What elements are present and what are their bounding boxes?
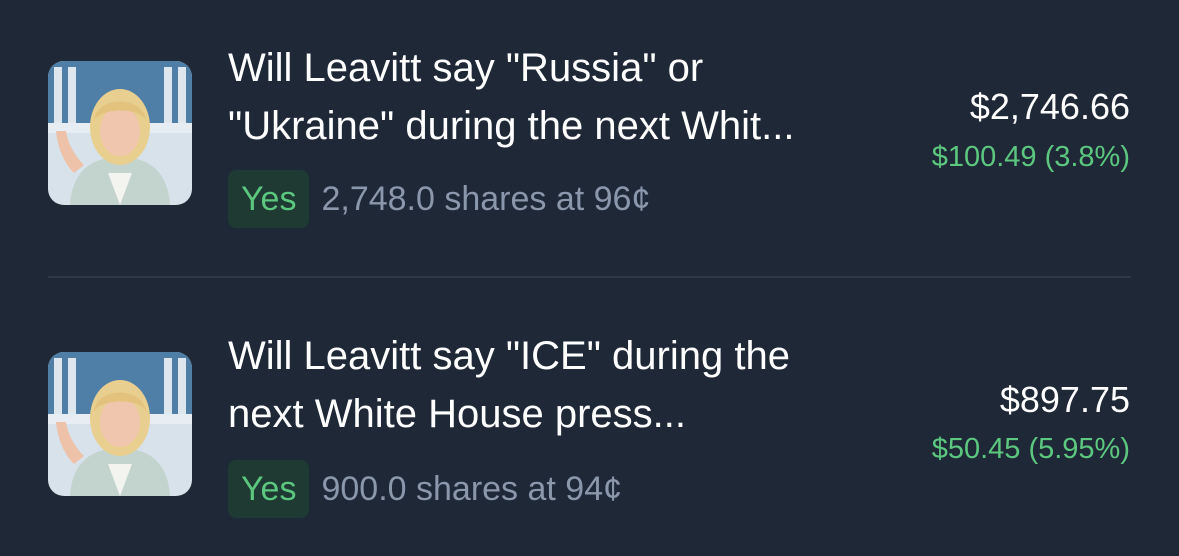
outcome-badge: Yes	[228, 170, 310, 228]
market-title-line: Will Leavitt say "ICE" during the	[228, 334, 790, 378]
market-title-line: next White House press...	[228, 392, 686, 436]
position-value: $897.75	[999, 379, 1130, 420]
market-title[interactable]: Will Leavitt say "ICE" during the next W…	[228, 327, 878, 443]
market-title[interactable]: Will Leavitt say "Russia" or "Ukraine" d…	[228, 39, 878, 155]
market-title-line: Will Leavitt say "Russia" or	[228, 46, 704, 90]
market-title-line: "Ukraine" during the next Whit...	[228, 104, 795, 148]
position-value: $2,746.66	[969, 86, 1130, 127]
shares-info: 2,748.0 shares at 96¢	[321, 179, 651, 218]
press-secretary-photo	[48, 61, 192, 205]
outcome-badge: Yes	[228, 460, 310, 518]
position-row[interactable]: Will Leavitt say "Russia" or "Ukraine" d…	[0, 20, 1179, 240]
position-change: $100.49 (3.8%)	[931, 141, 1130, 173]
market-thumbnail[interactable]	[48, 352, 192, 496]
market-thumbnail[interactable]	[48, 61, 192, 205]
position-meta: Yes 2,748.0 shares at 96¢	[228, 169, 650, 229]
shares-info: 900.0 shares at 94¢	[321, 469, 623, 508]
position-change: $50.45 (5.95%)	[931, 433, 1130, 465]
position-row[interactable]: Will Leavitt say "ICE" during the next W…	[0, 312, 1179, 532]
position-meta: Yes 900.0 shares at 94¢	[228, 459, 622, 519]
press-secretary-photo	[48, 352, 192, 496]
row-divider	[48, 276, 1131, 278]
